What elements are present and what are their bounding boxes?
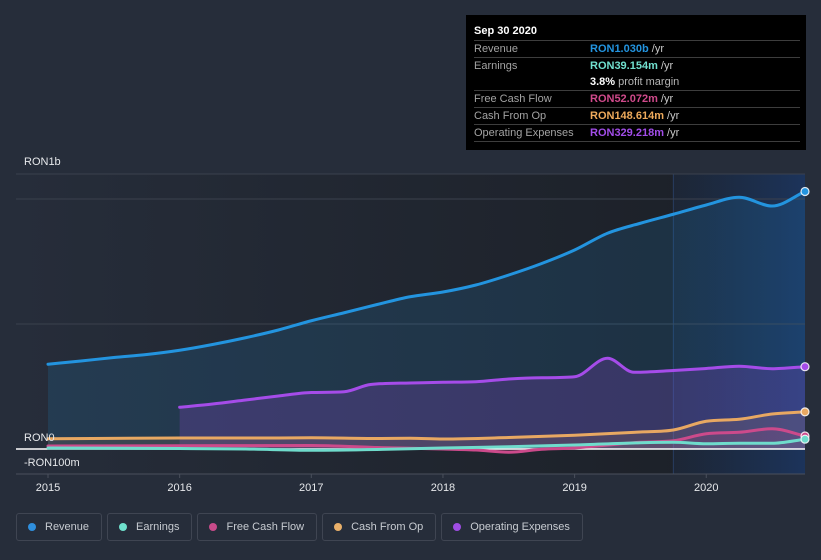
profit-margin: 3.8% profit margin xyxy=(590,74,679,90)
x-tick-label: 2018 xyxy=(431,482,455,494)
x-tick-label: 2017 xyxy=(299,482,323,494)
tooltip-row-cash-from-op: Cash From Op RON148.614m /yr xyxy=(474,107,800,124)
tooltip: Sep 30 2020 Revenue RON1.030b /yr Earnin… xyxy=(466,15,806,150)
legend-item-earnings[interactable]: Earnings xyxy=(107,513,193,541)
y-tick-label: RON1b xyxy=(24,156,61,168)
tooltip-value: RON52.072m xyxy=(590,93,658,105)
legend-item-cash-from-op[interactable]: Cash From Op xyxy=(322,513,437,541)
cash-from-op-endpoint-marker[interactable] xyxy=(800,407,810,417)
tooltip-label: Revenue xyxy=(474,43,519,55)
legend-item-free-cash-flow[interactable]: Free Cash Flow xyxy=(197,513,318,541)
legend-label: Operating Expenses xyxy=(470,521,570,533)
legend-label: Earnings xyxy=(136,521,180,533)
revenue-endpoint-marker[interactable] xyxy=(800,186,810,197)
legend-dot-icon xyxy=(334,523,343,531)
tooltip-row-free-cash-flow: Free Cash Flow RON52.072m /yr xyxy=(474,90,800,107)
tooltip-value: RON39.154m xyxy=(590,60,658,72)
tooltip-row-revenue: Revenue RON1.030b /yr xyxy=(474,40,800,57)
tooltip-label: Operating Expenses xyxy=(474,127,574,139)
legend-label: Revenue xyxy=(45,521,90,533)
tooltip-unit: /yr xyxy=(657,93,674,105)
y-tick-label: -RON100m xyxy=(24,457,80,469)
tooltip-label: Earnings xyxy=(474,60,518,72)
tooltip-row-earnings: Earnings RON39.154m /yr 3.8% profit marg… xyxy=(474,57,800,90)
legend-dot-icon xyxy=(209,523,218,531)
y-tick-label: RON0 xyxy=(24,432,55,444)
earnings-endpoint-marker[interactable] xyxy=(800,434,810,444)
tooltip-unit: /yr xyxy=(664,110,680,122)
legend-label: Free Cash Flow xyxy=(226,521,305,533)
legend-dot-icon xyxy=(453,523,462,531)
legend-label: Cash From Op xyxy=(351,521,424,533)
tooltip-label: Free Cash Flow xyxy=(474,93,552,105)
tooltip-unit: /yr xyxy=(664,127,680,139)
tooltip-label: Cash From Op xyxy=(474,110,547,122)
x-tick-label: 2019 xyxy=(562,482,586,494)
x-tick-label: 2020 xyxy=(694,482,718,494)
tooltip-row-operating-expenses: Operating Expenses RON329.218m /yr xyxy=(474,124,800,141)
operating-expenses-endpoint-marker[interactable] xyxy=(800,362,810,372)
legend-dot-icon xyxy=(28,523,36,531)
tooltip-value: RON1.030b xyxy=(590,43,649,55)
x-tick-label: 2015 xyxy=(36,482,60,494)
legend-dot-icon xyxy=(119,523,128,531)
profit-margin-label: profit margin xyxy=(615,76,680,88)
tooltip-date: Sep 30 2020 xyxy=(474,25,537,37)
x-tick-label: 2016 xyxy=(167,482,191,494)
tooltip-unit: /yr xyxy=(657,60,674,72)
legend-item-revenue[interactable]: Revenue xyxy=(16,513,103,541)
tooltip-value: RON329.218m xyxy=(590,127,664,139)
legend-item-operating-expenses[interactable]: Operating Expenses xyxy=(441,513,583,541)
profit-margin-value: 3.8% xyxy=(590,76,616,88)
tooltip-value: RON148.614m xyxy=(590,110,664,122)
tooltip-unit: /yr xyxy=(648,43,664,55)
legend: Revenue Earnings Free Cash Flow Cash Fro… xyxy=(16,513,583,541)
tooltip-divider xyxy=(474,141,800,142)
